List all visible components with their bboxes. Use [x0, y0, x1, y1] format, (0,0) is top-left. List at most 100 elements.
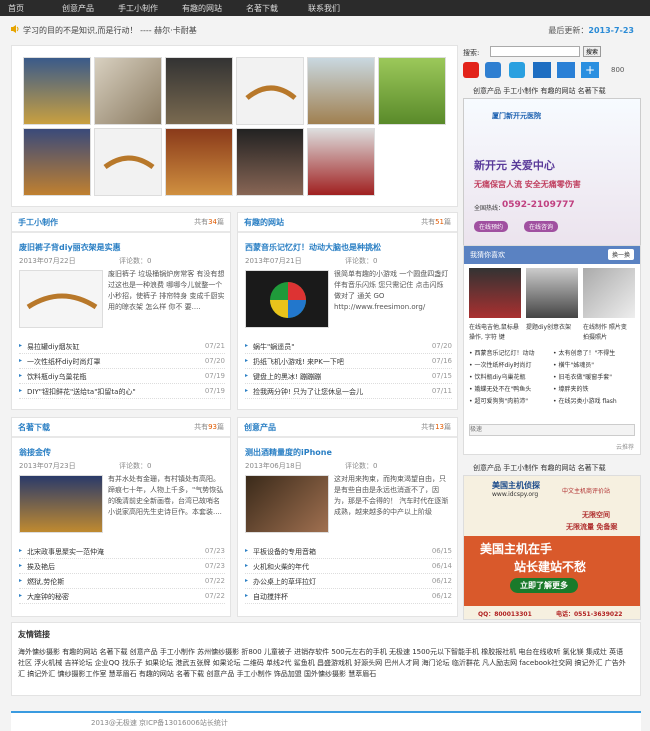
nav-fun-sites[interactable]: 有趣的网站: [182, 3, 222, 14]
section-header: 有趣的网站 共有51篇: [238, 213, 457, 233]
thumb-clock-book[interactable]: [378, 57, 446, 125]
thumb-kangaroo[interactable]: [307, 57, 375, 125]
list-item[interactable]: • 一次性纸杯diy时尚灯: [469, 360, 553, 372]
article-title[interactable]: 翁接金传: [19, 447, 51, 458]
search-input[interactable]: [490, 46, 580, 57]
recommend-header: 我猜你喜欢 换一换: [464, 246, 640, 264]
list-item[interactable]: • 在线另类小游戏 flash: [553, 398, 617, 405]
plus-icon[interactable]: +: [581, 62, 599, 78]
thumb-artwork[interactable]: [94, 57, 162, 125]
renren-icon[interactable]: [533, 62, 551, 78]
article-image[interactable]: [19, 270, 103, 328]
weibo-icon[interactable]: [463, 62, 479, 78]
thumb-secret-book[interactable]: [165, 128, 233, 196]
recommend-search-input[interactable]: [469, 424, 635, 436]
list-item[interactable]: ▸ 捡我两分钟! 只为了让您休息一会儿 07/11: [245, 384, 452, 399]
list-item[interactable]: ▸ 火机和火柴的年代 06/14: [245, 559, 452, 574]
ad-brand: 美国主机侦探: [492, 481, 540, 490]
article-title[interactable]: 测出酒精量度的iPhone: [245, 447, 332, 458]
article-date: 2013年07月22日: [19, 257, 76, 265]
footer: 2013@无极速 京ICP备13016006站长统计: [11, 711, 641, 731]
ad-headline: 新开元 关爱中心: [474, 159, 555, 172]
thumb-painting[interactable]: [165, 57, 233, 125]
article-summary: 这对用来拘束，而拘束渴望自由，只是有些自由是永远也消逝不了，因为，那是不会得的！…: [334, 475, 449, 516]
kaixin-icon[interactable]: [557, 62, 575, 78]
hosting-ad[interactable]: 美国主机侦探 www.idcspy.org 中文主机商评价站 无限空间 无限流量…: [463, 475, 641, 620]
search-label: 搜索:: [463, 49, 480, 57]
list-item[interactable]: ▸ 平板设备的专用音箱 06/15: [245, 544, 452, 559]
list-item[interactable]: ▸ 办公桌上的草坪拉灯 06/12: [245, 574, 452, 589]
recommend-caption[interactable]: 操作, 字符 键: [469, 332, 505, 341]
friend-links-title: 友情链接: [18, 630, 50, 639]
article-list: ▸ 蜗牛"蜗遥员" 07/20 ▸ 扔纸飞机小游戏! 来PK一下吧 07/16 ▸ 键盘上…: [245, 339, 452, 399]
notice-bar: 学习的目的不是知识,而是行动！ ---- 赫尔·卡耐基 最后更新：2013-7-…: [8, 24, 642, 36]
list-item[interactable]: ▸ 易拉罐diy烟灰缸 07/21: [19, 339, 225, 354]
article-summary: 废旧裤子 垃圾桶锅炉房常客 有没有想过这也是一种浪费 哪哪今儿就整一个小秒招，使…: [108, 270, 225, 311]
article-date: 2013年06月18日: [245, 462, 302, 470]
recommend-caption[interactable]: 拍摄照片: [583, 332, 607, 341]
recommend-thumb[interactable]: [526, 268, 578, 318]
thumb-hanger-2[interactable]: [94, 128, 162, 196]
nav-handmade[interactable]: 手工小制作: [118, 3, 158, 14]
ad-book-button[interactable]: 在线预约: [474, 221, 509, 232]
recommend-caption[interactable]: 在线电吉他,鼠标悬: [469, 322, 519, 331]
ad-slogan: 中文主机商评价站: [562, 488, 611, 495]
list-item[interactable]: ▸ 挨及艳后 07/23: [19, 559, 225, 574]
nav-contact[interactable]: 联系我们: [308, 3, 340, 14]
list-item[interactable]: • 壕胖夹的铁: [553, 386, 588, 393]
thumb-book-cover[interactable]: [23, 57, 91, 125]
article-image[interactable]: [19, 475, 103, 533]
article-title[interactable]: 西蒙音乐记忆灯！动动大脑也是种挑松: [245, 242, 381, 253]
list-item[interactable]: • 旧毛衣做"暖窗手套": [553, 374, 612, 381]
ad-cta-button[interactable]: 立即了解更多: [510, 578, 578, 593]
list-item[interactable]: • 超可爱狗狗"肉前沛": [469, 396, 553, 408]
list-item[interactable]: • 横牛"姊魂员": [553, 362, 594, 369]
section-header: 名著下载 共有93篇: [12, 418, 230, 438]
list-item[interactable]: ▸ 扔纸飞机小游戏! 来PK一下吧 07/16: [245, 354, 452, 369]
recommend-caption[interactable]: 在线制作 照片变: [583, 322, 627, 331]
article-image[interactable]: [245, 475, 329, 533]
recommend-caption[interactable]: 提题diy创意衣架: [526, 322, 571, 331]
thumb-novel-cover[interactable]: [307, 128, 375, 196]
tencent-weibo-icon[interactable]: [485, 62, 501, 78]
friend-links-list[interactable]: 海外慵纱摄影 有趣的网站 名著下载 创意产品 手工小制作 苏州慵纱摄影 折800…: [18, 647, 630, 680]
article-image[interactable]: [245, 270, 329, 328]
list-item[interactable]: ▸ 饮料瓶diy乌巢花瓶 07/19: [19, 369, 225, 384]
list-item[interactable]: ▸ DIY"钮扣鲜花"送给ta"扣留ta的心" 07/19: [19, 384, 225, 399]
thumb-hanger[interactable]: [236, 57, 304, 125]
nav-creative[interactable]: 创意产品: [62, 3, 94, 14]
section-header: 创意产品 共有13篇: [238, 418, 457, 438]
list-item[interactable]: • 西蒙音乐记忆灯！动动: [469, 348, 553, 360]
ad-phone-label: 全国热线：: [474, 205, 505, 212]
list-item[interactable]: ▸ 蜗牛"蜗遥员" 07/20: [245, 339, 452, 354]
list-item[interactable]: • 饮料瓶diy乌巢花瓶: [469, 372, 553, 384]
last-updated: 最后更新：2013-7-23: [548, 26, 634, 35]
list-item[interactable]: ▸ 键盘上的黑冰! 蹦蹦蹦 07/15: [245, 369, 452, 384]
nav-books[interactable]: 名著下载: [246, 3, 278, 14]
search-button[interactable]: 搜索: [583, 46, 601, 57]
ad-consult-button[interactable]: 在线咨询: [524, 221, 559, 232]
article-date: 2013年07月21日: [245, 257, 302, 265]
list-item[interactable]: ▸ 一次性纸杯diy时尚灯罩 07/20: [19, 354, 225, 369]
qzone-icon[interactable]: [509, 62, 525, 78]
switch-button[interactable]: 换一换: [607, 249, 634, 260]
motto-text: 学习的目的不是知识,而是行动！ ---- 赫尔·卡耐基: [23, 26, 197, 35]
recommend-thumb[interactable]: [583, 268, 635, 318]
list-item[interactable]: ▸ 大座钟的秘密 07/22: [19, 589, 225, 604]
comment-count: 评论数：0: [119, 257, 152, 265]
list-item[interactable]: ▸ 燃狱,劳伦斯 07/22: [19, 574, 225, 589]
nav-home[interactable]: 首页: [8, 3, 24, 14]
section-books: 名著下载 共有93篇 翁接金传 2013年07月23日 评论数：0 有并水处有金珊…: [11, 417, 231, 617]
list-item[interactable]: • 太有创意了！"不得生: [553, 350, 615, 357]
ad-line2: 无限流量 免备案: [566, 523, 618, 531]
list-item[interactable]: ▸ 自动搅拌杯 06/12: [245, 589, 452, 604]
list-item[interactable]: ▸ 北宋政事思聚实一范仲淹 07/23: [19, 544, 225, 559]
thumb-book-cover-2[interactable]: [23, 128, 91, 196]
recommend-thumb[interactable]: [469, 268, 521, 318]
footer-text: 2013@无极速 京ICP备13016006站长统计: [91, 719, 228, 727]
sidebar-links[interactable]: 创意产品 手工小制作 有趣的网站 名著下载: [473, 86, 606, 96]
sidebar-links[interactable]: 创意产品 手工小制作 有趣的网站 名著下载: [473, 463, 606, 473]
thumb-jobs-book[interactable]: [236, 128, 304, 196]
list-item[interactable]: • 娥蝶无处不在"鸭鱼头: [469, 384, 553, 396]
article-title[interactable]: 废旧裤子背diy丽衣架是实惠: [19, 242, 121, 253]
